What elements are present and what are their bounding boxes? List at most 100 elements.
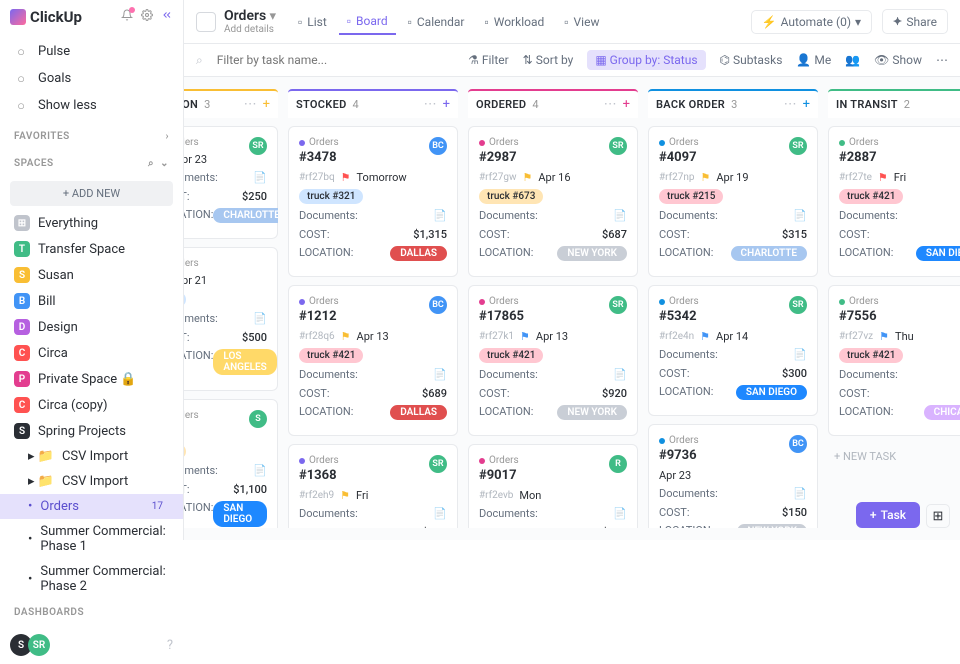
- document-icon[interactable]: 📄: [793, 348, 807, 362]
- apps-icon[interactable]: ⊞: [926, 504, 950, 528]
- show-button[interactable]: 👁 Show: [874, 53, 922, 67]
- avatar[interactable]: SR: [609, 137, 627, 155]
- column-header[interactable]: …CTION3 ⋯+: [184, 89, 278, 118]
- document-icon[interactable]: 📄: [613, 209, 627, 223]
- space-circa--copy-[interactable]: CCirca (copy): [0, 392, 183, 418]
- more-icon[interactable]: ⋯: [244, 97, 257, 112]
- task-card[interactable]: Orders #2987 SR #rf27gw⚑Apr 16 truck #67…: [468, 126, 638, 277]
- tag[interactable]: truck #421: [479, 348, 543, 363]
- location-pill[interactable]: LOS ANGELES: [213, 349, 276, 375]
- view-calendar[interactable]: ▫Calendar: [400, 9, 473, 35]
- add-new-button[interactable]: + ADD NEW: [10, 181, 173, 206]
- column-header[interactable]: ORDERED4 ⋯+: [468, 89, 638, 118]
- avatar[interactable]: BC: [429, 296, 447, 314]
- more-icon[interactable]: ⋯: [604, 97, 617, 112]
- task-card[interactable]: Orders #2887 #rf27te⚑Fri truck #421 Docu…: [828, 126, 960, 277]
- view-list[interactable]: ▫List: [290, 9, 335, 35]
- avatar[interactable]: SR: [249, 137, 267, 155]
- space-spring-projects[interactable]: SSpring Projects: [0, 418, 183, 444]
- tag[interactable]: 73: [184, 444, 186, 459]
- list-item[interactable]: •Summer Commercial: Phase 1: [0, 519, 183, 559]
- location-pill[interactable]: CHICAGO: [924, 405, 960, 420]
- avatar[interactable]: SR: [429, 455, 447, 473]
- location-pill[interactable]: SAN DIEGO: [736, 385, 807, 400]
- flag-icon[interactable]: ⚑: [700, 330, 710, 343]
- tag[interactable]: truck #421: [839, 189, 903, 204]
- document-icon[interactable]: 📄: [793, 209, 807, 223]
- location-pill[interactable]: SAN DIEGO: [916, 246, 960, 261]
- flag-icon[interactable]: ⚑: [879, 330, 889, 343]
- assignees-icon[interactable]: 👥: [845, 53, 860, 67]
- flag-icon[interactable]: ⚑: [700, 171, 710, 184]
- document-icon[interactable]: 📄: [433, 507, 447, 521]
- new-task-button[interactable]: + NEW TASK: [828, 444, 960, 469]
- logo[interactable]: ClickUp: [10, 8, 82, 26]
- more-icon[interactable]: ⋯: [784, 97, 797, 112]
- folder-item[interactable]: ▸ 📁CSV Import: [0, 469, 183, 494]
- location-pill[interactable]: CHARLOTTE: [731, 246, 807, 261]
- avatar[interactable]: SR: [789, 296, 807, 314]
- collapse-icon[interactable]: [161, 9, 173, 25]
- tag[interactable]: truck #673: [479, 189, 543, 204]
- location-pill[interactable]: CHARLOTTE: [213, 208, 278, 223]
- space-susan[interactable]: SSusan: [0, 262, 183, 288]
- avatar[interactable]: SR: [789, 137, 807, 155]
- flag-icon[interactable]: ⚑: [520, 330, 530, 343]
- plus-icon[interactable]: +: [803, 97, 810, 112]
- column-header[interactable]: STOCKED4 ⋯+: [288, 89, 458, 118]
- gear-icon[interactable]: [141, 9, 153, 25]
- task-card[interactable]: Orders #7556 #rf27vz⚑Thu truck #421 Docu…: [828, 285, 960, 436]
- search-icon[interactable]: ⌕: [148, 158, 154, 169]
- list-item[interactable]: •Orders17: [0, 494, 183, 519]
- tag[interactable]: truck #421: [839, 348, 903, 363]
- space-circa[interactable]: CCirca: [0, 340, 183, 366]
- sidebar-item-show-less[interactable]: ○Show less: [0, 92, 183, 119]
- avatar[interactable]: BC: [429, 137, 447, 155]
- task-card[interactable]: Orders SR ⚑Apr 23 Documents:📄 COST:$250 …: [184, 126, 278, 239]
- location-pill[interactable]: DALLAS: [390, 246, 447, 261]
- location-pill[interactable]: SAN DIEGO: [213, 501, 267, 527]
- flag-icon[interactable]: ⚑: [878, 171, 888, 184]
- column-header[interactable]: BACK ORDER3 ⋯+: [648, 89, 818, 118]
- location-pill[interactable]: NEW YORK: [737, 524, 807, 528]
- location-pill[interactable]: NEW YORK: [557, 405, 627, 420]
- page-title[interactable]: Orders: [224, 8, 266, 24]
- list-color-icon[interactable]: [196, 12, 216, 32]
- view-view[interactable]: ▫View: [556, 9, 607, 35]
- document-icon[interactable]: 📄: [253, 464, 267, 478]
- bell-icon[interactable]: [121, 9, 133, 25]
- sidebar-item-goals[interactable]: ○Goals: [0, 65, 183, 92]
- list-item[interactable]: •Summer Commercial: Phase 2: [0, 559, 183, 599]
- share-button[interactable]: ⯌ Share: [882, 9, 948, 34]
- flag-icon[interactable]: ⚑: [341, 171, 351, 184]
- task-card[interactable]: Orders #4097 SR #rf27np⚑Apr 19 truck #21…: [648, 126, 818, 277]
- document-icon[interactable]: 📄: [253, 171, 267, 185]
- plus-icon[interactable]: +: [263, 97, 270, 112]
- space-design[interactable]: DDesign: [0, 314, 183, 340]
- document-icon[interactable]: 📄: [433, 368, 447, 382]
- more-icon[interactable]: ⋯: [936, 53, 948, 67]
- page-subtitle[interactable]: Add details: [224, 24, 276, 35]
- group-button[interactable]: ▦ Group by: Status: [587, 50, 705, 70]
- dashboards-header[interactable]: DASHBOARDS: [0, 599, 183, 626]
- flag-icon[interactable]: ⚑: [340, 489, 350, 502]
- view-workload[interactable]: ▫Workload: [476, 9, 552, 35]
- sidebar-item-pulse[interactable]: ○Pulse: [0, 38, 183, 65]
- help-icon[interactable]: ?: [167, 638, 173, 653]
- task-card[interactable]: Orders #1212 BC #rf28q6⚑Apr 13 truck #42…: [288, 285, 458, 436]
- space-bill[interactable]: BBill: [0, 288, 183, 314]
- task-card[interactable]: Orders #3478 BC #rf27bq⚑Tomorrow truck #…: [288, 126, 458, 277]
- chevron-down-icon[interactable]: ⌄: [160, 158, 169, 169]
- document-icon[interactable]: 📄: [613, 507, 627, 521]
- subtasks-button[interactable]: ⌬ Subtasks: [720, 53, 783, 67]
- location-pill[interactable]: DALLAS: [390, 405, 447, 420]
- me-button[interactable]: 👤 Me: [796, 53, 831, 67]
- task-card[interactable]: Orders S Mon 73 Documents:📄 COST:$1,100 …: [184, 399, 278, 528]
- avatar[interactable]: SR: [609, 296, 627, 314]
- task-card[interactable]: Orders #1368 SR #rf2eh9⚑Fri Documents:📄 …: [288, 444, 458, 528]
- tag[interactable]: truck #215: [659, 189, 723, 204]
- more-icon[interactable]: ⋯: [424, 97, 437, 112]
- column-header[interactable]: IN TRANSIT2 ⋯+: [828, 89, 960, 118]
- folder-item[interactable]: ▸ 📁CSV Import: [0, 444, 183, 469]
- avatar[interactable]: BC: [789, 435, 807, 453]
